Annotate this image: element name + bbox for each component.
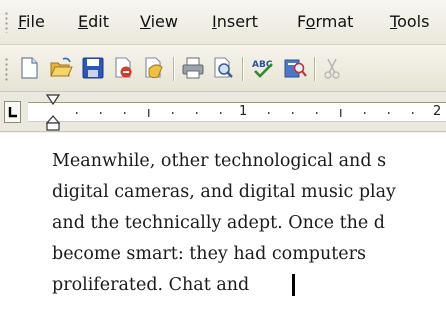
ruler-tick bbox=[76, 112, 78, 114]
research-icon bbox=[284, 59, 307, 78]
ruler-number: 1 bbox=[239, 104, 248, 119]
horizontal-ruler[interactable]: 1 2 bbox=[28, 102, 446, 122]
toolbar-separator bbox=[314, 57, 315, 81]
research-button[interactable] bbox=[282, 55, 308, 81]
ruler-number: 2 bbox=[433, 104, 442, 119]
menu-bar-grip[interactable] bbox=[5, 11, 8, 33]
text-insertion-cursor bbox=[292, 274, 295, 296]
spelling-grammar-button[interactable]: ABC bbox=[250, 55, 276, 81]
left-tab-icon bbox=[8, 107, 17, 118]
menu-insert[interactable]: Insert bbox=[212, 12, 258, 31]
ruler-tick bbox=[412, 112, 414, 114]
toolbar-grip[interactable] bbox=[5, 57, 8, 81]
ruler-tick bbox=[292, 112, 294, 114]
ruler-tick bbox=[100, 112, 102, 114]
ruler-tick bbox=[124, 112, 126, 114]
menu-file[interactable]: File bbox=[18, 12, 45, 31]
ruler-tick bbox=[268, 112, 270, 114]
menu-bar: File Edit View Insert Format Tools bbox=[0, 0, 446, 44]
document-line: digital cameras, and digital music play bbox=[52, 182, 396, 202]
email-button[interactable] bbox=[140, 55, 166, 81]
open-folder-icon bbox=[50, 57, 73, 77]
print-button[interactable] bbox=[180, 55, 206, 81]
document-page[interactable]: Meanwhile, other technological and s dig… bbox=[0, 133, 446, 322]
toolbar-separator bbox=[242, 57, 243, 81]
permission-icon bbox=[115, 57, 132, 78]
cut-button[interactable] bbox=[320, 55, 346, 81]
ruler-half-inch-tick bbox=[148, 109, 150, 117]
toolbar-separator bbox=[173, 57, 174, 81]
menu-tools[interactable]: Tools bbox=[390, 12, 429, 31]
permission-button[interactable] bbox=[110, 55, 136, 81]
ruler-tick bbox=[364, 112, 366, 114]
ruler-tick bbox=[220, 112, 222, 114]
new-document-icon bbox=[21, 57, 38, 79]
ruler-half-inch-tick bbox=[340, 109, 342, 117]
ruler-tick bbox=[172, 112, 174, 114]
word-processor-window: File Edit View Insert Format Tools ABC 1… bbox=[0, 0, 446, 322]
print-icon bbox=[182, 57, 204, 79]
spelling-grammar-icon: ABC bbox=[252, 60, 273, 78]
standard-toolbar: ABC bbox=[0, 44, 446, 92]
save-disk-icon bbox=[82, 57, 104, 79]
menu-view[interactable]: View bbox=[140, 12, 178, 31]
ruler-tick bbox=[388, 112, 390, 114]
ruler-tick bbox=[196, 112, 198, 114]
document-line: Meanwhile, other technological and s bbox=[52, 151, 387, 171]
first-line-indent-marker[interactable] bbox=[46, 92, 60, 132]
ruler-tick bbox=[316, 112, 318, 114]
document-line: proliferated. Chat and bbox=[52, 275, 250, 295]
new-document-button[interactable] bbox=[16, 55, 42, 81]
ruler-ticks bbox=[76, 109, 414, 117]
tab-stop-selector[interactable] bbox=[4, 101, 21, 123]
email-icon bbox=[145, 57, 163, 79]
print-preview-button[interactable] bbox=[210, 55, 236, 81]
save-button[interactable] bbox=[80, 55, 106, 81]
cut-icon bbox=[324, 58, 340, 79]
ruler-bar: 1 2 bbox=[0, 92, 446, 132]
document-line: become smart: they had computers bbox=[52, 244, 366, 264]
menu-format[interactable]: Format bbox=[297, 12, 353, 31]
print-preview-icon bbox=[214, 57, 233, 78]
open-button[interactable] bbox=[48, 55, 74, 81]
menu-edit[interactable]: Edit bbox=[78, 12, 109, 31]
document-line: and the technically adept. Once the d bbox=[52, 213, 386, 233]
